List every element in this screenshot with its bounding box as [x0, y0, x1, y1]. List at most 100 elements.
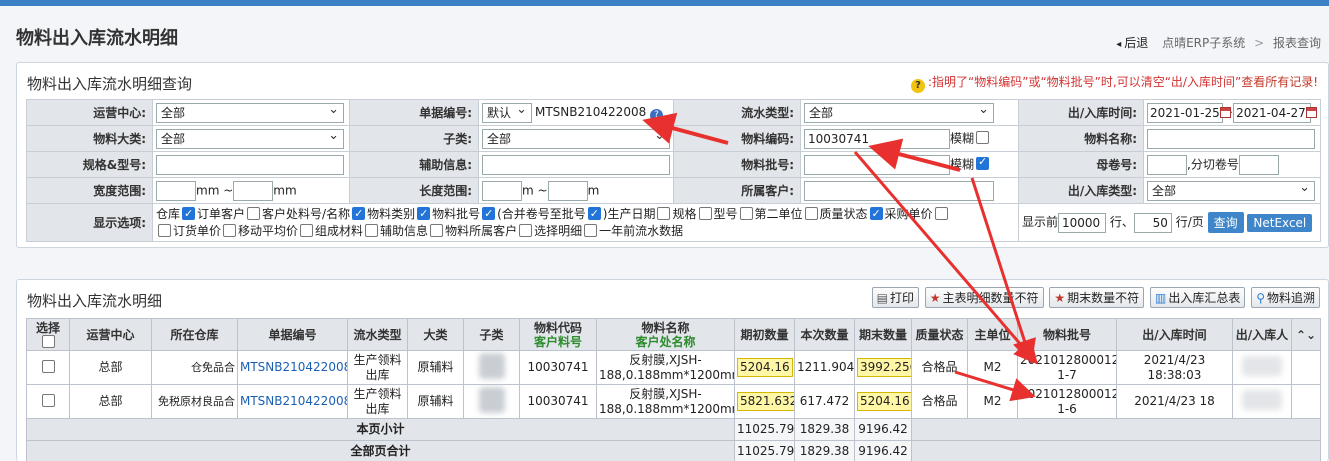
display-option[interactable]: 物料所属客户: [428, 223, 517, 238]
option-checkbox[interactable]: [519, 223, 533, 237]
cell-doc[interactable]: MTSNB210422008: [237, 350, 348, 385]
show-count-input[interactable]: 10000: [1058, 212, 1107, 233]
batch-input[interactable]: [804, 154, 950, 175]
subcat-select[interactable]: 全部: [482, 127, 670, 149]
center-select[interactable]: 全部: [156, 101, 344, 123]
doc-no-input[interactable]: MTSNB210422008 ?: [532, 102, 670, 123]
display-option[interactable]: 质量状态: [820, 205, 885, 222]
display-option[interactable]: 订单客户: [197, 206, 262, 221]
batch-fuzzy-checkbox[interactable]: [976, 155, 990, 170]
col-center[interactable]: 运营中心: [69, 318, 152, 351]
option-checkbox[interactable]: [804, 206, 818, 220]
split-roll-input[interactable]: [1238, 154, 1279, 175]
print-button[interactable]: ▤ 打印: [871, 287, 919, 308]
cat-select[interactable]: 全部: [156, 127, 344, 149]
row-checkbox[interactable]: [41, 394, 55, 407]
summary-button[interactable]: ▥ 出入库汇总表: [1150, 287, 1246, 308]
display-option[interactable]: 移动平均价: [221, 223, 298, 238]
col-warehouse[interactable]: 所在仓库: [151, 318, 238, 351]
option-checkbox[interactable]: [698, 206, 712, 220]
option-checkbox[interactable]: [657, 206, 671, 220]
date-from-input[interactable]: 2021-01-25: [1147, 102, 1231, 123]
code-fuzzy-checkbox[interactable]: [976, 131, 990, 144]
display-option[interactable]: 采购单价: [885, 206, 950, 221]
col-code[interactable]: 物料代码 客户料号: [519, 318, 597, 351]
end-mismatch-button[interactable]: ★ 期末数量不符: [1049, 287, 1145, 308]
display-option[interactable]: 物料批号: [432, 205, 497, 222]
option-checkbox[interactable]: [158, 223, 171, 237]
spec-input[interactable]: [156, 154, 344, 175]
display-option[interactable]: )生产日期: [603, 206, 673, 221]
display-option[interactable]: 客户处料号/名称: [262, 205, 367, 222]
display-option[interactable]: 订货单价: [156, 223, 221, 238]
col-unit[interactable]: 主单位: [967, 318, 1018, 351]
calendar-icon[interactable]: [1305, 106, 1317, 118]
display-option[interactable]: 物料类别: [367, 205, 432, 222]
net-excel-button[interactable]: NetExcel: [1247, 213, 1313, 232]
col-open-qty[interactable]: 期初数量: [734, 318, 795, 351]
option-checkbox[interactable]: [482, 205, 496, 222]
option-checkbox[interactable]: [223, 223, 237, 237]
back-link[interactable]: 后退: [1116, 36, 1148, 50]
main-mismatch-button[interactable]: ★ 主表明细数量不符: [924, 287, 1044, 308]
cell-doc[interactable]: MTSNB210422008: [237, 384, 348, 419]
display-option[interactable]: 第二单位: [755, 206, 820, 221]
option-checkbox[interactable]: [934, 206, 948, 220]
option-checkbox[interactable]: [300, 223, 314, 237]
col-cat[interactable]: 大类: [407, 318, 464, 351]
col-subcat[interactable]: 子类: [463, 318, 520, 351]
option-checkbox[interactable]: [182, 205, 196, 222]
view-all-link[interactable]: 查看所有记录!: [1241, 75, 1318, 89]
name-input[interactable]: [1147, 128, 1315, 149]
option-checkbox[interactable]: [365, 223, 379, 237]
option-checkbox[interactable]: [247, 206, 261, 220]
col-name[interactable]: 物料名称 客户处名称: [596, 318, 735, 351]
per-page-input[interactable]: 50: [1133, 212, 1172, 233]
code-input[interactable]: 10030741: [804, 128, 950, 149]
display-option[interactable]: 辅助信息: [363, 223, 428, 238]
length-min-input[interactable]: [482, 180, 522, 201]
column-toggle-icon[interactable]: ⌃⌄: [1291, 318, 1321, 351]
option-checkbox[interactable]: [352, 205, 366, 222]
io-type-select[interactable]: 全部: [1147, 179, 1315, 201]
col-qty[interactable]: 本次数量: [794, 318, 855, 351]
col-batch[interactable]: 物料批号: [1017, 318, 1117, 351]
display-option[interactable]: 选择明细: [517, 223, 582, 238]
option-checkbox[interactable]: [869, 205, 883, 222]
option-checkbox[interactable]: [584, 223, 598, 237]
display-option[interactable]: 组成材料: [298, 223, 363, 238]
col-io-person[interactable]: 出/入库人: [1232, 318, 1292, 351]
col-quality[interactable]: 质量状态: [911, 318, 968, 351]
customer-input[interactable]: [804, 180, 994, 201]
col-doc-no[interactable]: 单据编号: [237, 318, 348, 351]
option-checkbox[interactable]: [417, 205, 431, 222]
parent-roll-input[interactable]: [1147, 154, 1187, 175]
trace-button[interactable]: ⚲ 物料追溯: [1251, 287, 1320, 308]
select-all-checkbox[interactable]: [41, 334, 55, 348]
width-max-input[interactable]: [233, 180, 274, 201]
length-max-input[interactable]: [547, 180, 588, 201]
display-option[interactable]: 型号: [714, 206, 755, 221]
row-checkbox[interactable]: [41, 360, 55, 373]
table-row[interactable]: 总部 免税原材良品合 MTSNB210422008 生产领料出库 原辅料 10030741…: [26, 384, 1321, 419]
query-button[interactable]: 查询: [1207, 212, 1244, 233]
help-icon[interactable]: ?: [650, 108, 664, 122]
display-option[interactable]: 仓库: [156, 205, 197, 222]
aux-input[interactable]: [482, 154, 670, 175]
display-option[interactable]: 一年前流水数据: [582, 223, 683, 238]
col-io-time[interactable]: 出/入库时间: [1116, 318, 1233, 351]
col-flow-type[interactable]: 流水类型: [347, 318, 408, 351]
display-option[interactable]: (合并卷号至批号: [497, 205, 603, 222]
option-checkbox[interactable]: [430, 223, 444, 237]
calendar-icon[interactable]: [1219, 106, 1231, 118]
option-checkbox[interactable]: [587, 205, 601, 222]
col-close-qty[interactable]: 期末数量: [854, 318, 912, 351]
breadcrumb-system[interactable]: 点晴ERP子系统: [1162, 36, 1245, 50]
doc-prefix-select[interactable]: 默认: [482, 101, 532, 123]
table-row[interactable]: 总部 仓免品合 MTSNB210422008 生产领料出库 原辅料 10030741 反射膜…: [26, 350, 1321, 385]
display-option[interactable]: 规格: [672, 206, 713, 221]
option-checkbox[interactable]: [739, 206, 753, 220]
flow-type-select[interactable]: 全部: [804, 101, 994, 123]
date-to-input[interactable]: 2021-04-27: [1233, 102, 1317, 123]
width-min-input[interactable]: [156, 180, 196, 201]
